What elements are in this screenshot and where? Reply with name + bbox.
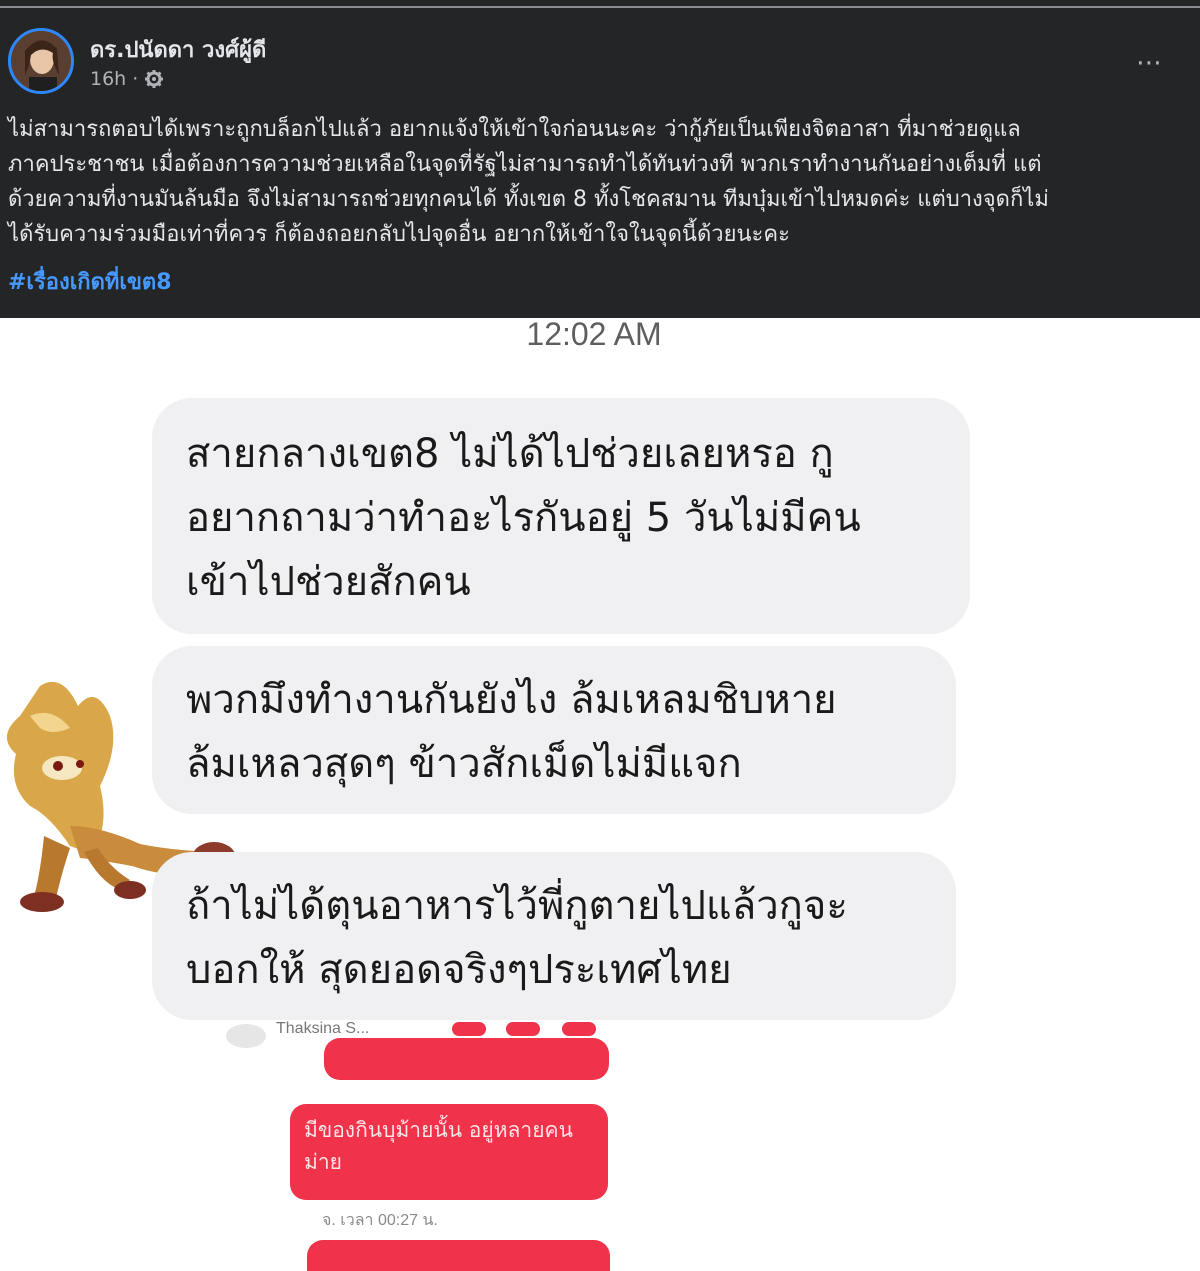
audience-gear-icon[interactable] xyxy=(144,69,164,89)
message-text: สายกลางเขต8 ไม่ได้ไปช่วยเลยหรอ กู อยากถา… xyxy=(186,431,861,605)
post-author-name[interactable]: ดร.ปนัดดา วงศ์ผู้ดี xyxy=(90,32,266,67)
message-text: มีของกินบุม้ายนั้น อยู่หลายคน ม่าย xyxy=(304,1118,573,1174)
post-meta: 16h · xyxy=(90,68,164,90)
more-options-icon[interactable]: ⋯ xyxy=(1136,48,1163,78)
message-timestamp: จ. เวลา 00:27 น. xyxy=(322,1212,438,1229)
contact-name: Thaksina S... xyxy=(276,1020,370,1037)
outgoing-message-bubble xyxy=(324,1038,609,1080)
message-text: ถ้าไม่ได้ตุนอาหารไว้พี่กูตายไปแล้วกูจะ บ… xyxy=(186,883,848,993)
embedded-messenger-screenshot: Thaksina S... มีของกินบุม้ายนั้น อยู่หลา… xyxy=(152,1018,622,1271)
incoming-message-bubble: ถ้าไม่ได้ตุนอาหารไว้พี่กูตายไปแล้วกูจะ บ… xyxy=(152,852,956,1020)
chat-time-divider: 12:02 AM xyxy=(0,316,1200,353)
author-avatar[interactable] xyxy=(8,28,74,94)
post-hashtag-link[interactable]: #เรื่องเกิดที่เขต8 xyxy=(8,264,172,299)
post-timestamp[interactable]: 16h · xyxy=(90,68,138,90)
chat-time-text: 12:02 AM xyxy=(526,316,662,352)
incoming-message-bubble: สายกลางเขต8 ไม่ได้ไปช่วยเลยหรอ กู อยากถา… xyxy=(152,398,970,634)
post-body-text: ไม่สามารถตอบได้เพราะถูกบล็อกไปแล้ว อยากแ… xyxy=(8,117,1049,247)
outgoing-message-bubble: มีของกินบุม้ายนั้น อยู่หลายคน ม่าย xyxy=(290,1104,608,1200)
incoming-message-bubble: พวกมึงทำงานกันยังไง ล้มเหลมชิบหาย ล้มเหล… xyxy=(152,646,956,814)
outgoing-message-bubble xyxy=(307,1240,610,1271)
facebook-post: ดร.ปนัดดา วงศ์ผู้ดี 16h · ⋯ ไม่สามารถตอบ… xyxy=(0,0,1200,318)
contact-avatar xyxy=(226,1024,266,1048)
message-text: พวกมึงทำงานกันยังไง ล้มเหลมชิบหาย ล้มเหล… xyxy=(186,677,837,787)
avatar-photo xyxy=(11,31,71,91)
divider xyxy=(0,6,1200,8)
